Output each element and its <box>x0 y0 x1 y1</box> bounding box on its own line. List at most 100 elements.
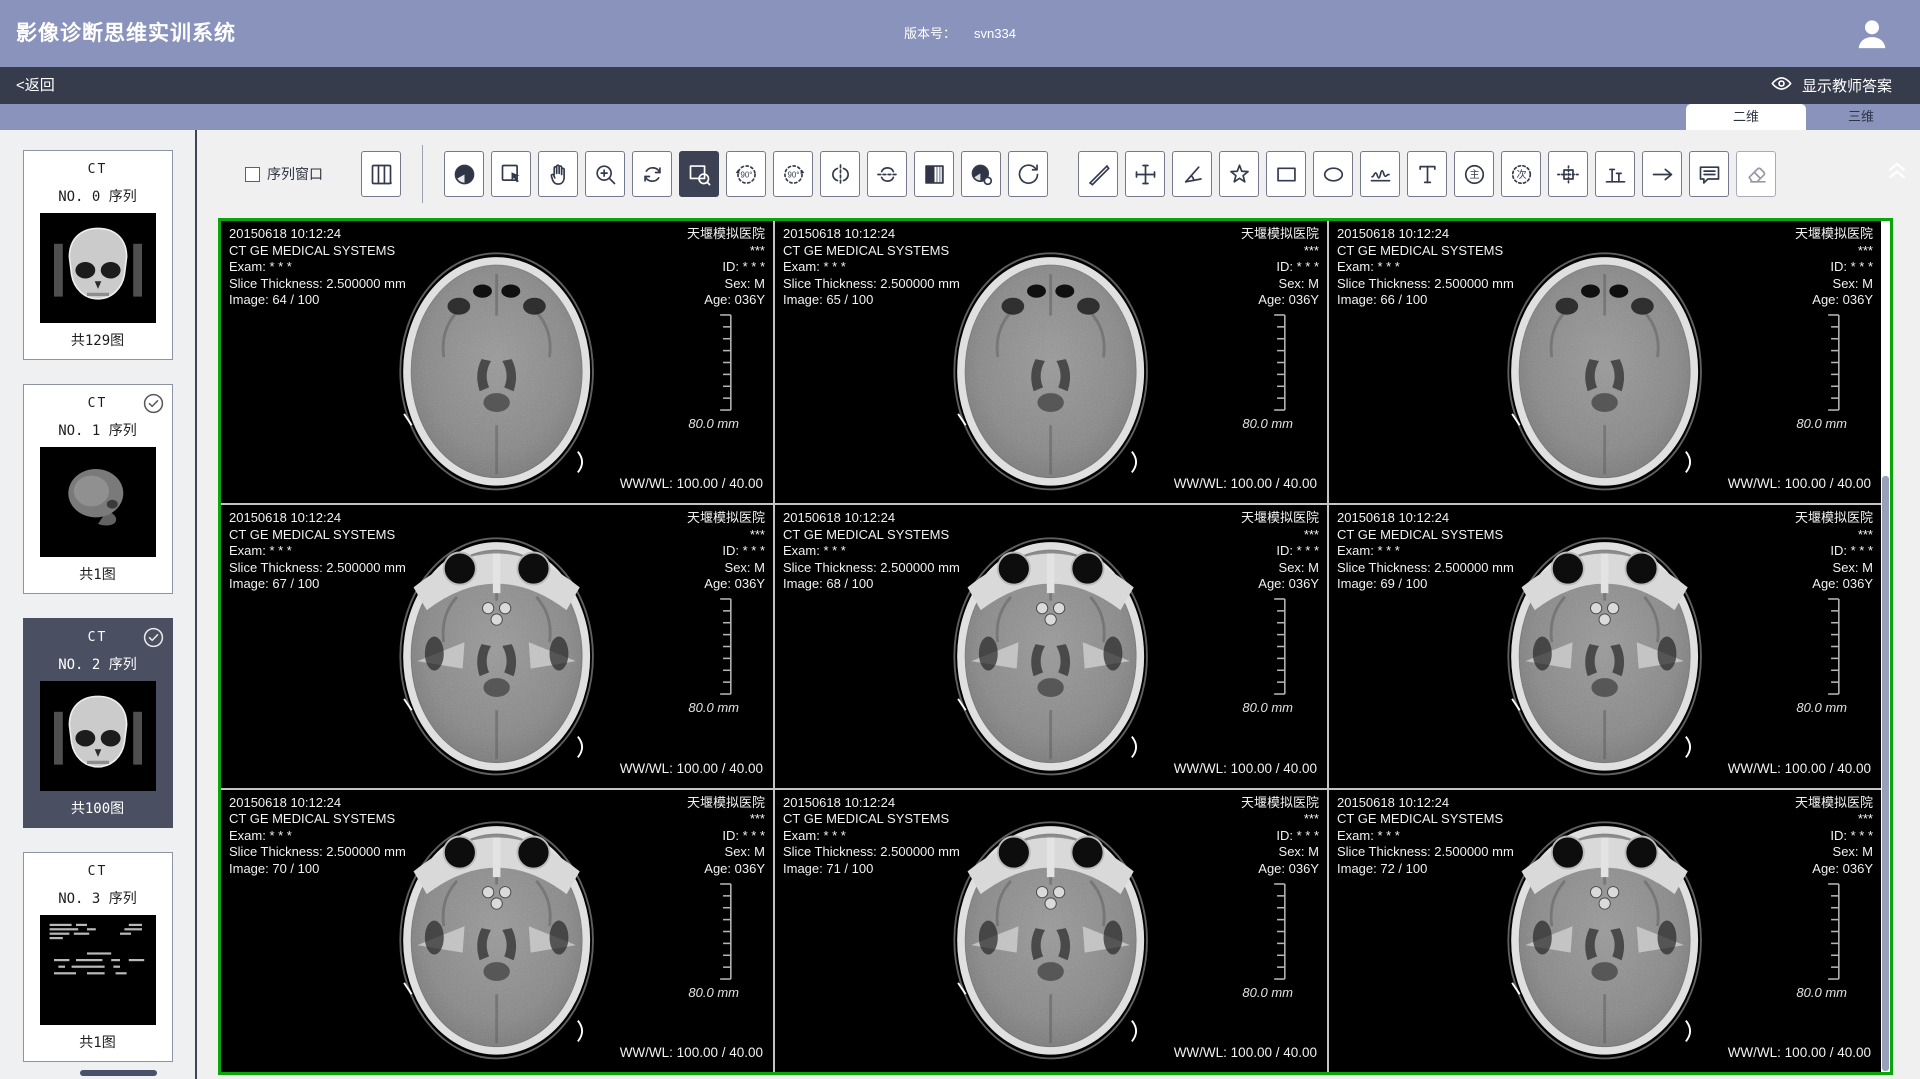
svg-text:主: 主 <box>1469 168 1479 180</box>
cell-info-top-right: 天堰模拟医院***ID: * * *Sex: MAge: 036Y <box>1241 795 1319 878</box>
grid-scrollbar[interactable] <box>1881 221 1890 1072</box>
rotate-cycle-icon <box>639 161 666 188</box>
cell-scale-label: 80.0 mm <box>1242 700 1293 715</box>
viewport-cell-5[interactable]: 20150618 10:12:24CT GE MEDICAL SYSTEMSEx… <box>1329 505 1881 787</box>
svg-text:90°: 90° <box>787 170 799 179</box>
check-circle-icon <box>142 392 165 415</box>
measure-line-button[interactable] <box>1078 151 1118 197</box>
flip-horizontal-button[interactable] <box>820 151 860 197</box>
cell-sex: Sex: M <box>1795 844 1873 861</box>
cell-scale-label: 80.0 mm <box>1242 416 1293 431</box>
comment-button[interactable] <box>1689 151 1729 197</box>
cell-sex: Sex: M <box>687 276 765 293</box>
skull-front-thumbnail[interactable] <box>40 213 156 323</box>
viewport-cell-2[interactable]: 20150618 10:12:24CT GE MEDICAL SYSTEMSEx… <box>1329 221 1881 503</box>
back-button[interactable]: <返回 <box>16 67 55 104</box>
cobb-angle-button[interactable] <box>1595 151 1635 197</box>
skull-front-thumbnail[interactable] <box>40 681 156 791</box>
viewport-cell-7[interactable]: 20150618 10:12:24CT GE MEDICAL SYSTEMSEx… <box>775 790 1327 1072</box>
show-teacher-answer-label: 显示教师答案 <box>1802 75 1892 96</box>
series-window-toggle[interactable]: 序列窗口 <box>245 164 323 184</box>
text-annotation-button[interactable] <box>1407 151 1447 197</box>
viewport-cell-0[interactable]: 20150618 10:12:24CT GE MEDICAL SYSTEMSEx… <box>221 221 773 503</box>
profile-curve-button[interactable] <box>1360 151 1400 197</box>
cell-hospital: 天堰模拟医院 <box>1795 226 1873 243</box>
series-sidebar: CTNO. 0 序列共129图 CTNO. 1 序列共1图 CTNO. 2 序列共1… <box>0 130 195 1079</box>
grid-scrollbar-thumb[interactable] <box>1882 476 1889 1071</box>
ct-slice-image <box>355 510 638 784</box>
series-window-checkbox[interactable] <box>245 167 260 182</box>
ct-slice-image <box>909 225 1192 499</box>
scale-ruler-icon <box>717 883 733 980</box>
viewport-cell-8[interactable]: 20150618 10:12:24CT GE MEDICAL SYSTEMSEx… <box>1329 790 1881 1072</box>
ct-slice-image <box>909 510 1192 784</box>
region-zoom-button[interactable] <box>679 151 719 197</box>
center-line-button[interactable] <box>1548 151 1588 197</box>
cell-patient-id: ID: * * * <box>687 828 765 845</box>
rotate-button[interactable] <box>632 151 672 197</box>
layout-columns-button[interactable] <box>361 151 401 197</box>
cell-age: Age: 036Y <box>687 292 765 309</box>
collapse-toolbar-button[interactable] <box>1882 154 1912 184</box>
reset-button[interactable] <box>1008 151 1048 197</box>
pan-hand-icon <box>545 161 572 188</box>
ct-slice-image <box>1463 794 1746 1068</box>
cell-age: Age: 036Y <box>1795 292 1873 309</box>
cell-age: Age: 036Y <box>1241 292 1319 309</box>
eraser-button[interactable] <box>1736 151 1776 197</box>
measure-cross-button[interactable] <box>1125 151 1165 197</box>
freehand-roi-button[interactable] <box>1219 151 1259 197</box>
rotate-left-90-button[interactable]: 90° <box>726 151 766 197</box>
skull-lateral-thumbnail[interactable] <box>40 447 156 557</box>
scale-ruler-icon <box>1271 314 1287 411</box>
cell-sex: Sex: M <box>1241 560 1319 577</box>
series-window-label: 序列窗口 <box>267 164 323 184</box>
curve-profile-icon <box>1367 161 1394 188</box>
cell-scale-label: 80.0 mm <box>1796 700 1847 715</box>
show-teacher-answer-button[interactable]: 显示教师答案 <box>1770 67 1892 104</box>
viewport-cell-6[interactable]: 20150618 10:12:24CT GE MEDICAL SYSTEMSEx… <box>221 790 773 1072</box>
select-button[interactable] <box>491 151 531 197</box>
measure-angle-icon <box>1179 161 1206 188</box>
tab-3d[interactable]: 三维 <box>1806 104 1916 130</box>
tab-2d[interactable]: 二维 <box>1686 104 1806 130</box>
primary-label-button[interactable]: 主 <box>1454 151 1494 197</box>
star-roi-icon <box>1226 161 1253 188</box>
series-item-1[interactable]: CTNO. 1 序列共1图 <box>23 384 173 594</box>
zoom-button[interactable] <box>585 151 625 197</box>
viewport-cell-4[interactable]: 20150618 10:12:24CT GE MEDICAL SYSTEMSEx… <box>775 505 1327 787</box>
ellipse-roi-icon <box>1320 161 1347 188</box>
series-modality: CT <box>24 162 172 177</box>
pan-button[interactable] <box>538 151 578 197</box>
sidebar-hscrollbar-thumb[interactable] <box>80 1070 157 1076</box>
rotate-right-90-button[interactable]: 90° <box>773 151 813 197</box>
cell-stars: *** <box>687 243 765 260</box>
flip-vertical-button[interactable] <box>867 151 907 197</box>
nav-bar: <返回 显示教师答案 <box>0 67 1920 104</box>
scale-ruler-icon <box>1271 598 1287 695</box>
window-level-button[interactable] <box>444 151 484 197</box>
measure-cross-icon <box>1132 161 1159 188</box>
series-item-2[interactable]: CTNO. 2 序列共100图 <box>23 618 173 828</box>
ct-slice-image <box>909 794 1192 1068</box>
series-item-0[interactable]: CTNO. 0 序列共129图 <box>23 150 173 360</box>
measure-angle-button[interactable] <box>1172 151 1212 197</box>
cell-hospital: 天堰模拟医院 <box>1241 795 1319 812</box>
flip-horizontal-icon <box>827 161 854 188</box>
scale-ruler-icon <box>717 314 733 411</box>
viewport-cell-3[interactable]: 20150618 10:12:24CT GE MEDICAL SYSTEMSEx… <box>221 505 773 787</box>
version-value: svn334 <box>974 0 1016 67</box>
arrow-annotation-button[interactable] <box>1642 151 1682 197</box>
secondary-label-button[interactable]: 次 <box>1501 151 1541 197</box>
user-avatar-icon[interactable] <box>1852 14 1892 54</box>
dose-report-thumbnail[interactable] <box>40 915 156 1025</box>
comment-icon <box>1696 161 1723 188</box>
ct-slice-image <box>1463 225 1746 499</box>
series-item-3[interactable]: CTNO. 3 序列共1图 <box>23 852 173 1062</box>
flip-vertical-icon <box>874 161 901 188</box>
rect-roi-button[interactable] <box>1266 151 1306 197</box>
pseudo-color-button[interactable] <box>961 151 1001 197</box>
viewport-cell-1[interactable]: 20150618 10:12:24CT GE MEDICAL SYSTEMSEx… <box>775 221 1327 503</box>
ellipse-roi-button[interactable] <box>1313 151 1353 197</box>
invert-button[interactable] <box>914 151 954 197</box>
